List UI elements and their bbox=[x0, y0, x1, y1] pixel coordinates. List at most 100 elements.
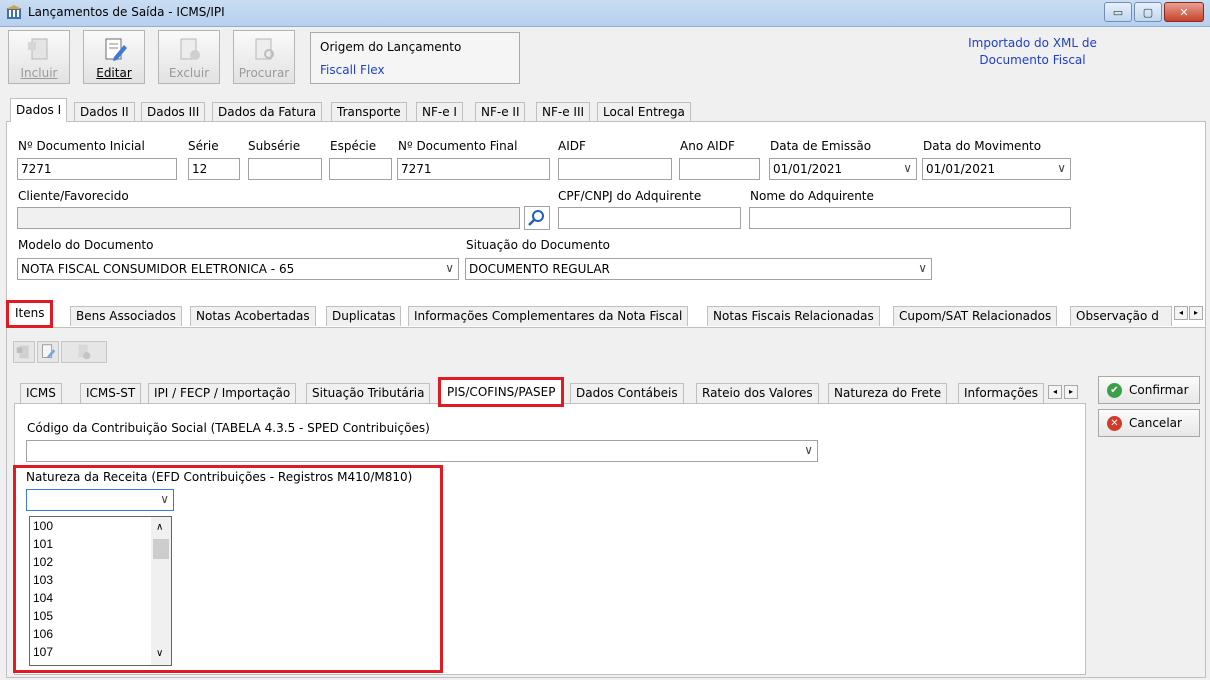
cancelar-button[interactable]: ✕ Cancelar bbox=[1098, 409, 1200, 437]
check-icon: ✔ bbox=[1107, 382, 1122, 398]
ano-aidf-input[interactable] bbox=[679, 158, 760, 180]
incluir-button[interactable]: Incluir bbox=[8, 30, 70, 84]
tab-pis-cofins-pasep[interactable]: PIS/COFINS/PASEP bbox=[438, 377, 565, 407]
origin-box: Origem do Lançamento Fiscall Flex bbox=[310, 32, 520, 84]
chevron-down-icon[interactable]: ∨ bbox=[903, 161, 912, 175]
import-notice: Importado do XML de Documento Fiscal bbox=[930, 35, 1135, 69]
delete-document-icon bbox=[180, 38, 200, 60]
search-cliente-button[interactable] bbox=[524, 206, 550, 230]
grid-add-button[interactable] bbox=[13, 341, 35, 363]
data-emissao-picker[interactable]: 01/01/2021 ∨ bbox=[769, 158, 917, 180]
natureza-receita-select[interactable]: ∨ bbox=[26, 489, 174, 511]
nome-adquirente-input[interactable] bbox=[749, 207, 1071, 229]
tab-local-entrega[interactable]: Local Entrega bbox=[597, 102, 691, 122]
tab-icms-st[interactable]: ICMS-ST bbox=[80, 383, 142, 403]
tab-dados-ii[interactable]: Dados II bbox=[74, 102, 135, 122]
close-icon: ✕ bbox=[1179, 5, 1189, 19]
confirmar-button[interactable]: ✔ Confirmar bbox=[1098, 376, 1200, 404]
list-item[interactable]: 104 bbox=[33, 591, 53, 605]
cpf-label: CPF/CNPJ do Adquirente bbox=[558, 189, 702, 203]
maximize-button[interactable]: ▢ bbox=[1134, 2, 1162, 22]
tab-dados-i[interactable]: Dados I bbox=[10, 98, 68, 122]
natureza-receita-dropdown-list[interactable]: 100 101 102 103 104 105 106 107 ∨ ∨ bbox=[29, 516, 172, 666]
minimize-icon: ▭ bbox=[1112, 5, 1124, 19]
especie-input[interactable] bbox=[329, 158, 392, 180]
cancel-icon: ✕ bbox=[1107, 415, 1122, 431]
grid-delete-button[interactable] bbox=[61, 341, 107, 363]
data-emissao-label: Data de Emissão bbox=[770, 139, 872, 153]
chevron-down-icon[interactable]: ∨ bbox=[160, 492, 169, 506]
tab-duplicatas[interactable]: Duplicatas bbox=[326, 306, 402, 326]
list-item[interactable]: 105 bbox=[33, 609, 53, 623]
tab-situacao-tributaria[interactable]: Situação Tributária bbox=[306, 383, 431, 403]
tab-bens-associados[interactable]: Bens Associados bbox=[70, 306, 182, 326]
subserie-label: Subsérie bbox=[248, 139, 301, 153]
chevron-down-icon[interactable]: ∨ bbox=[445, 261, 454, 275]
procurar-button[interactable]: Procurar bbox=[233, 30, 295, 84]
chevron-right-icon: ▸ bbox=[1068, 387, 1073, 396]
tab-icms[interactable]: ICMS bbox=[20, 383, 62, 403]
tab-cupom-sat[interactable]: Cupom/SAT Relacionados bbox=[893, 306, 1058, 326]
chevron-down-icon[interactable]: ∨ bbox=[1057, 161, 1066, 175]
cancelar-label: Cancelar bbox=[1129, 416, 1182, 430]
chevron-left-icon: ◂ bbox=[1178, 308, 1183, 317]
editar-button[interactable]: Editar bbox=[83, 30, 145, 84]
delete-item-icon bbox=[78, 344, 91, 360]
tab-transporte[interactable]: Transporte bbox=[331, 102, 407, 122]
chevron-down-icon[interactable]: ∨ bbox=[804, 443, 813, 457]
doc-final-input[interactable]: 7271 bbox=[397, 158, 550, 180]
tab-itens[interactable]: Itens bbox=[6, 300, 54, 328]
excluir-button[interactable]: Excluir bbox=[158, 30, 220, 84]
data-movimento-picker[interactable]: 01/01/2021 ∨ bbox=[922, 158, 1071, 180]
doc-inicial-input[interactable]: 7271 bbox=[17, 158, 177, 180]
list-item[interactable]: 100 bbox=[33, 519, 53, 533]
subserie-input[interactable] bbox=[248, 158, 322, 180]
ano-aidf-label: Ano AIDF bbox=[680, 139, 735, 153]
minimize-button[interactable]: ▭ bbox=[1104, 2, 1132, 22]
tab-dados-contabeis[interactable]: Dados Contábeis bbox=[570, 383, 684, 403]
tab-natureza-frete[interactable]: Natureza do Frete bbox=[828, 383, 948, 403]
tab-nfe-iii[interactable]: NF-e III bbox=[536, 102, 591, 122]
serie-input[interactable]: 12 bbox=[188, 158, 240, 180]
item-tabs-scroll-left-button[interactable]: ◂ bbox=[1048, 385, 1062, 399]
tab-nfe-ii[interactable]: NF-e II bbox=[475, 102, 526, 122]
tab-informacoes[interactable]: Informações bbox=[958, 383, 1044, 403]
especie-label: Espécie bbox=[330, 139, 377, 153]
tab-notas-acobertadas[interactable]: Notas Acobertadas bbox=[190, 306, 316, 326]
tabs-scroll-right-button[interactable]: ▸ bbox=[1189, 306, 1203, 320]
cpf-input[interactable] bbox=[558, 207, 741, 229]
tab-dados-fatura[interactable]: Dados da Fatura bbox=[212, 102, 323, 122]
aidf-input[interactable] bbox=[558, 158, 672, 180]
chevron-down-icon[interactable]: ∨ bbox=[918, 261, 927, 275]
scroll-down-icon[interactable]: ∨ bbox=[156, 648, 163, 659]
close-button[interactable]: ✕ bbox=[1164, 2, 1204, 22]
excluir-label: Excluir bbox=[168, 66, 210, 80]
tab-observacao[interactable]: Observação d bbox=[1070, 306, 1172, 326]
tab-dados-iii[interactable]: Dados III bbox=[141, 102, 206, 122]
modelo-label: Modelo do Documento bbox=[18, 238, 154, 252]
list-item[interactable]: 106 bbox=[33, 627, 53, 641]
tab-nfe-i[interactable]: NF-e I bbox=[416, 102, 463, 122]
tabs-scroll-left-button[interactable]: ◂ bbox=[1174, 306, 1188, 320]
nome-adquirente-label: Nome do Adquirente bbox=[750, 189, 874, 203]
modelo-select[interactable]: NOTA FISCAL CONSUMIDOR ELETRONICA - 65 ∨ bbox=[17, 258, 459, 280]
title-bar: Lançamentos de Saída - ICMS/IPI ▭ ▢ ✕ bbox=[0, 0, 1210, 27]
list-item[interactable]: 101 bbox=[33, 537, 53, 551]
list-item[interactable]: 102 bbox=[33, 555, 53, 569]
list-item[interactable]: 107 bbox=[33, 645, 53, 659]
codigo-contribuicao-select[interactable]: ∨ bbox=[26, 440, 818, 462]
origin-value: Fiscall Flex bbox=[320, 63, 385, 77]
list-item[interactable]: 103 bbox=[33, 573, 53, 587]
tab-ipi-fecp[interactable]: IPI / FECP / Importação bbox=[148, 383, 297, 403]
tab-notas-relacionadas[interactable]: Notas Fiscais Relacionadas bbox=[707, 306, 880, 326]
scrollbar-thumb[interactable] bbox=[153, 539, 169, 559]
dropdown-scrollbar[interactable]: ∨ ∨ bbox=[151, 517, 171, 665]
cliente-input[interactable] bbox=[17, 207, 520, 229]
tab-informacoes-complementares[interactable]: Informações Complementares da Nota Fisca… bbox=[408, 306, 689, 326]
situacao-select[interactable]: DOCUMENTO REGULAR ∨ bbox=[465, 258, 932, 280]
grid-edit-button[interactable] bbox=[37, 341, 59, 363]
item-tabs-scroll-right-button[interactable]: ▸ bbox=[1064, 385, 1078, 399]
scroll-up-icon[interactable]: ∨ bbox=[156, 521, 163, 532]
app-icon bbox=[6, 5, 22, 19]
tab-rateio-valores[interactable]: Rateio dos Valores bbox=[696, 383, 819, 403]
